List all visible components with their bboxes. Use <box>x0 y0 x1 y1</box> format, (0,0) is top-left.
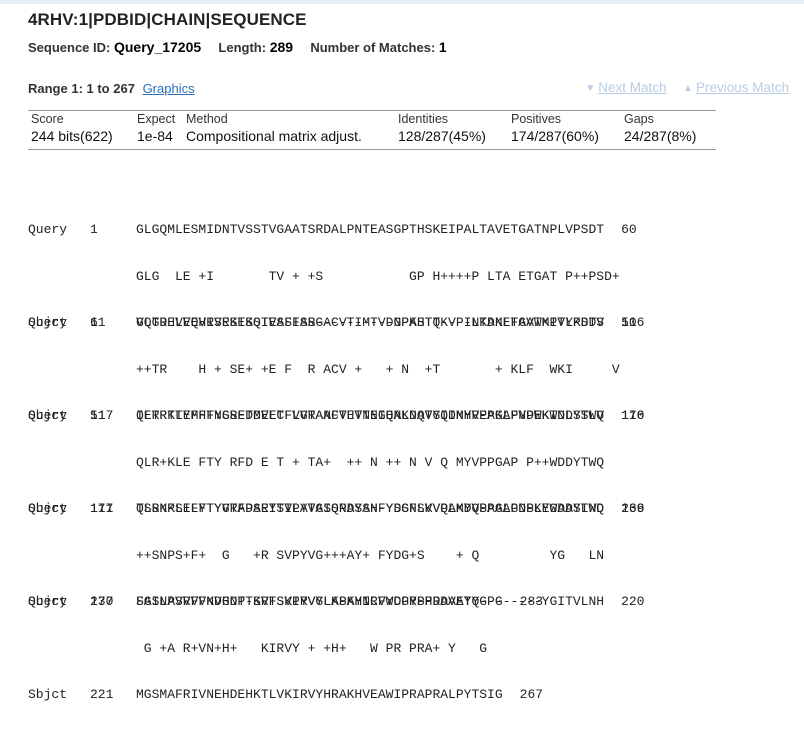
midline-sequence: ++SNPS+F+ G +R SVPYVG+++AY+ FYDG+S + Q Y… <box>136 547 605 563</box>
alignment-block: Query 177 TSSNPSIFYTYGTAPARISVPYVGISNAYSHF… <box>28 470 644 609</box>
midline-row: GLG LE +I TV + +S GP H++++P LTA ETGAT P+… <box>28 269 644 285</box>
sequence-info: Sequence ID: Query_17205 Length: 289 Num… <box>28 39 447 55</box>
query-row: Query 61 VQTRHVVQHRSRSESSIESFFARGACVTIMTVD… <box>28 315 644 331</box>
query-row: Query 117 QLRRKLEFFTYSRFDMELTFVVTANFTETNNG… <box>28 408 644 424</box>
midline-row: ++SNPS+F+ G +R SVPYVG+++AY+ FYDG+S + Q Y… <box>28 548 644 564</box>
query-start: 1 <box>90 222 98 237</box>
sbjct-row: Sbjct 221 MGSMAFRIVNEHDEHKTLVKIRVYHRAKHVEA… <box>28 687 644 703</box>
previous-match-link[interactable]: Previous Match <box>696 80 789 95</box>
query-label: Query <box>28 501 68 516</box>
query-label: Query <box>28 222 68 237</box>
expect-value: 1e-84 <box>137 128 173 144</box>
query-sequence: TSSNPSIFYTYGTAPARISVPYVGISNAYSHFYDGFSKVP… <box>136 501 605 516</box>
down-arrow-icon: ▼ <box>585 83 596 94</box>
positives-value: 174/287(60%) <box>511 128 599 144</box>
alignment-block: Query 61 VQTRHVVQHRSRSESSIESFFARGACVTIMTVD… <box>28 284 644 423</box>
sbjct-end: 267 <box>519 687 544 702</box>
midline-sequence: GLG LE +I TV + +S GP H++++P LTA ETGAT P+… <box>136 268 620 284</box>
expect-header: Expect <box>137 112 176 126</box>
query-sequence: GLGQMLESMIDNTVSSTVGAATSRDALPNTEASGPTHSKE… <box>136 222 605 237</box>
positives-header: Positives <box>511 112 562 126</box>
matches-value: 1 <box>438 39 447 55</box>
query-end: 60 <box>621 222 637 237</box>
sequence-id-label: Sequence ID: <box>28 40 111 55</box>
query-sequence: QLRRKLEFFTYSRFDMELTFVVTANFTETNNGHALNQVYQ… <box>136 408 605 423</box>
top-strip <box>0 0 804 4</box>
graphics-link[interactable]: Graphics <box>143 81 195 96</box>
score-value: 244 bits(622) <box>31 128 113 144</box>
sequence-alignment: Query 1 GLGQMLESMIDNTVSSTVGAATSRDALPNTEASG… <box>28 160 644 702</box>
identities-value: 128/287(45%) <box>398 128 486 144</box>
next-match-link[interactable]: Next Match <box>598 80 666 95</box>
alignment-block: Query 1 GLGQMLESMIDNTVSSTVGAATSRDALPNTEASG… <box>28 191 644 330</box>
midline-sequence: QLR+KLE FTY RFD E T + TA+ ++ N ++ N V Q … <box>136 454 605 470</box>
up-arrow-icon: ▲ <box>683 83 693 94</box>
sbjct-label: Sbjct <box>28 687 68 702</box>
query-row: Query 177 TSSNPSIFYTYGTAPARISVPYVGISNAYSHF… <box>28 501 644 517</box>
alignment-stats: Score 244 bits(622) Expect 1e-84 Method … <box>28 110 716 150</box>
sequence-id-value: Query_17205 <box>113 39 202 55</box>
length-value: 289 <box>269 39 294 55</box>
gaps-header: Gaps <box>624 112 654 126</box>
sbjct-start: 221 <box>90 687 114 702</box>
query-label: Query <box>28 315 68 330</box>
query-start: 61 <box>90 315 106 330</box>
method-header: Method <box>186 112 228 126</box>
query-start: 237 <box>90 594 114 609</box>
alignment-block: Query 117 QLRRKLEFFTYSRFDMELTFVVTANFTETNNG… <box>28 377 644 516</box>
midline-row: QLR+KLE FTY RFD E T + TA+ ++ N ++ N V Q … <box>28 455 644 471</box>
match-navigation: ▼ Next Match ▲ Previous Match <box>585 80 789 95</box>
query-sequence: VQTRHVVQHRSRSESSIESFFARGACVTIMTVDNPASTT-… <box>136 315 605 330</box>
score-header: Score <box>31 112 64 126</box>
range-label: Range 1: 1 to 267 <box>28 81 135 96</box>
sbjct-sequence: MGSMAFRIVNEHDEHKTLVKIRVYHRAKHVEAWIPRAPRA… <box>136 687 503 702</box>
query-start: 177 <box>90 501 114 516</box>
midline-sequence: G +A R+VN+H+ KIRVY + +H+ W PR PRA+ Y G <box>136 640 488 656</box>
query-sequence: FGILAVRVVNDHNPTKVTSKIRVYLKPKHIRVWCPRPPRA… <box>136 594 503 609</box>
midline-row: ++TR H + SE+ +E F R ACV + + N +T + KLF W… <box>28 362 644 378</box>
query-start: 117 <box>90 408 114 423</box>
query-label: Query <box>28 408 68 423</box>
query-end: 176 <box>621 408 645 423</box>
sbjct-end: 220 <box>621 594 645 609</box>
query-end: 283 <box>519 594 544 609</box>
gaps-value: 24/287(8%) <box>624 128 697 144</box>
matches-label: Number of Matches: <box>310 40 436 55</box>
range-line: Range 1: 1 to 267 Graphics <box>28 81 195 96</box>
midline-sequence: ++TR H + SE+ +E F R ACV + + N +T + KLF W… <box>136 361 620 377</box>
identities-header: Identities <box>398 112 449 126</box>
midline-row: G +A R+VN+H+ KIRVY + +H+ W PR PRA+ Y G <box>28 641 644 657</box>
query-end: 116 <box>621 315 645 330</box>
method-value: Compositional matrix adjust. <box>186 128 362 144</box>
query-end: 236 <box>621 501 645 516</box>
page-title: 4RHV:1|PDBID|CHAIN|SEQUENCE <box>28 10 307 29</box>
query-label: Query <box>28 594 68 609</box>
length-label: Length: <box>218 40 267 55</box>
query-row: Query 1 GLGQMLESMIDNTVSSTVGAATSRDALPNTEASG… <box>28 222 644 238</box>
